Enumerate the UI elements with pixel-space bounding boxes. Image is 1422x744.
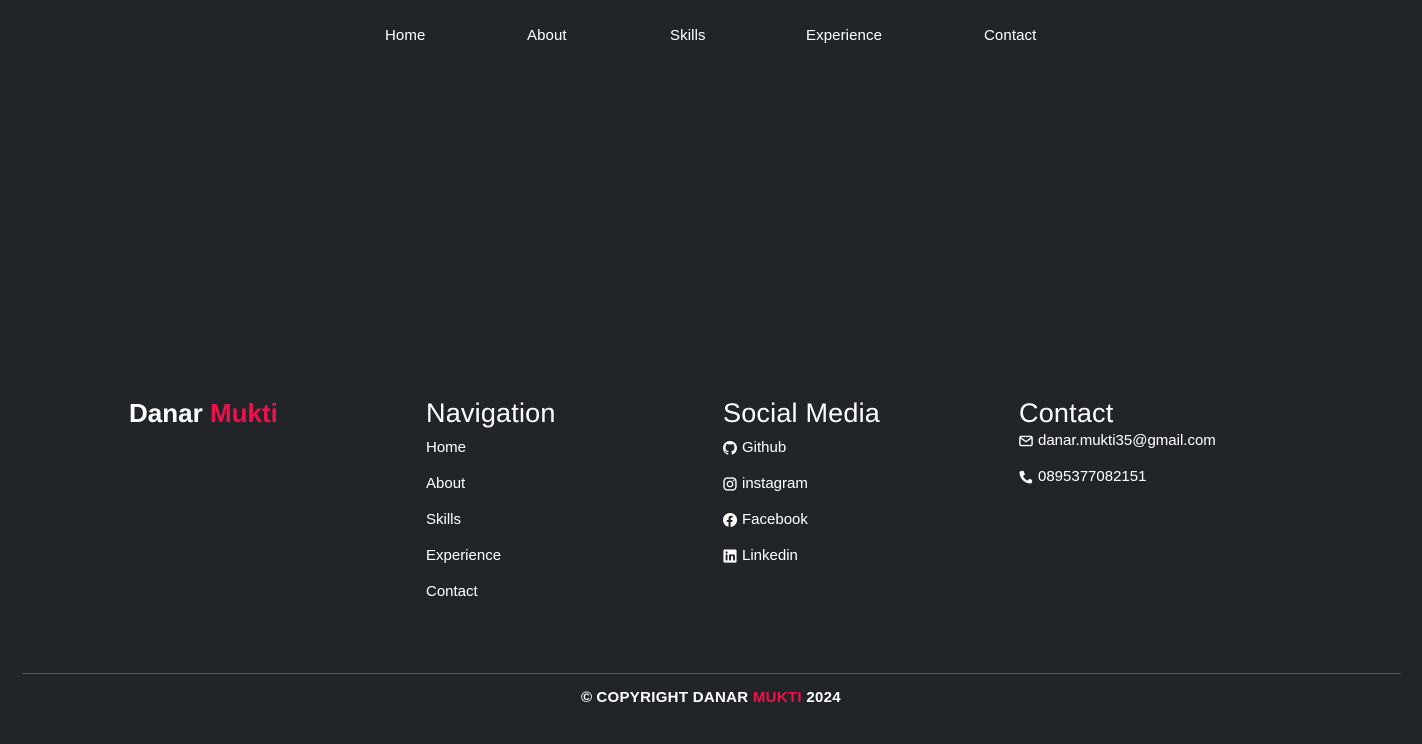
- social-item-instagram: instagram: [723, 475, 880, 511]
- topnav-link-about[interactable]: About: [527, 27, 567, 44]
- brand-first-name: Danar: [129, 398, 203, 428]
- footer-nav-link-skills[interactable]: Skills: [426, 511, 461, 529]
- social-item-facebook: Facebook: [723, 511, 880, 547]
- contact-phone-item: 0895377082151: [1019, 468, 1216, 504]
- footer-brand-column: Danar Mukti: [129, 395, 278, 431]
- contact-list: danar.mukti35@gmail.com 0895377082151: [1019, 432, 1216, 504]
- top-navigation: Home About Skills Experience Contact: [0, 0, 1422, 72]
- footer-nav-item: Home: [426, 439, 556, 475]
- footer-contact-column: Contact danar.mukti35@gmail.com 08953770…: [1019, 395, 1216, 504]
- phone-icon: [1019, 470, 1033, 484]
- footer-nav-item: Skills: [426, 511, 556, 547]
- footer-social-column: Social Media Github instagram Facebook L…: [723, 395, 880, 583]
- social-media-heading: Social Media: [723, 398, 880, 428]
- footer-nav-link-about[interactable]: About: [426, 475, 465, 493]
- contact-heading: Contact: [1019, 398, 1114, 428]
- footer-nav-link-experience[interactable]: Experience: [426, 547, 501, 565]
- footer-nav-item: Contact: [426, 583, 556, 619]
- footer-nav-link-home[interactable]: Home: [426, 439, 466, 457]
- social-item-github: Github: [723, 439, 880, 475]
- phone-link[interactable]: 0895377082151: [1019, 468, 1146, 486]
- navigation-heading: Navigation: [426, 398, 556, 428]
- email-address: danar.mukti35@gmail.com: [1038, 432, 1216, 449]
- brand-logo-text: Danar Mukti: [129, 395, 278, 431]
- footer-nav-item: Experience: [426, 547, 556, 583]
- instagram-label: instagram: [742, 475, 808, 492]
- copyright-accent: MUKTI: [752, 689, 802, 706]
- brand-last-name: Mukti: [209, 398, 278, 428]
- topnav-link-experience[interactable]: Experience: [806, 27, 882, 44]
- footer-nav-list: Home About Skills Experience Contact: [426, 439, 556, 619]
- copyright-prefix: COPYRIGHT DANAR: [596, 689, 749, 706]
- envelope-icon: [1019, 434, 1033, 448]
- footer-nav-item: About: [426, 475, 556, 511]
- phone-number: 0895377082151: [1038, 468, 1147, 485]
- linkedin-icon: [723, 549, 737, 563]
- facebook-icon: [723, 513, 737, 527]
- email-link[interactable]: danar.mukti35@gmail.com: [1019, 432, 1216, 450]
- copyright-text: © COPYRIGHT DANAR MUKTI 2024: [0, 689, 1422, 706]
- contact-email-item: danar.mukti35@gmail.com: [1019, 432, 1216, 468]
- linkedin-link[interactable]: Linkedin: [723, 547, 798, 565]
- topnav-link-home[interactable]: Home: [385, 27, 425, 44]
- facebook-link[interactable]: Facebook: [723, 511, 808, 529]
- github-icon: [723, 441, 737, 455]
- facebook-label: Facebook: [742, 511, 808, 528]
- social-list: Github instagram Facebook Linkedin: [723, 439, 880, 583]
- linkedin-label: Linkedin: [742, 547, 798, 564]
- copyright-icon: ©: [581, 689, 593, 706]
- social-item-linkedin: Linkedin: [723, 547, 880, 583]
- instagram-link[interactable]: instagram: [723, 475, 808, 493]
- topnav-link-skills[interactable]: Skills: [670, 27, 706, 44]
- footer-divider: [22, 673, 1401, 674]
- github-label: Github: [742, 439, 787, 456]
- footer-nav-link-contact[interactable]: Contact: [426, 583, 478, 601]
- footer-navigation-column: Navigation Home About Skills Experience …: [426, 395, 556, 619]
- instagram-icon: [723, 477, 737, 491]
- copyright-year: 2024: [806, 689, 841, 706]
- topnav-link-contact[interactable]: Contact: [984, 27, 1036, 44]
- github-link[interactable]: Github: [723, 439, 786, 457]
